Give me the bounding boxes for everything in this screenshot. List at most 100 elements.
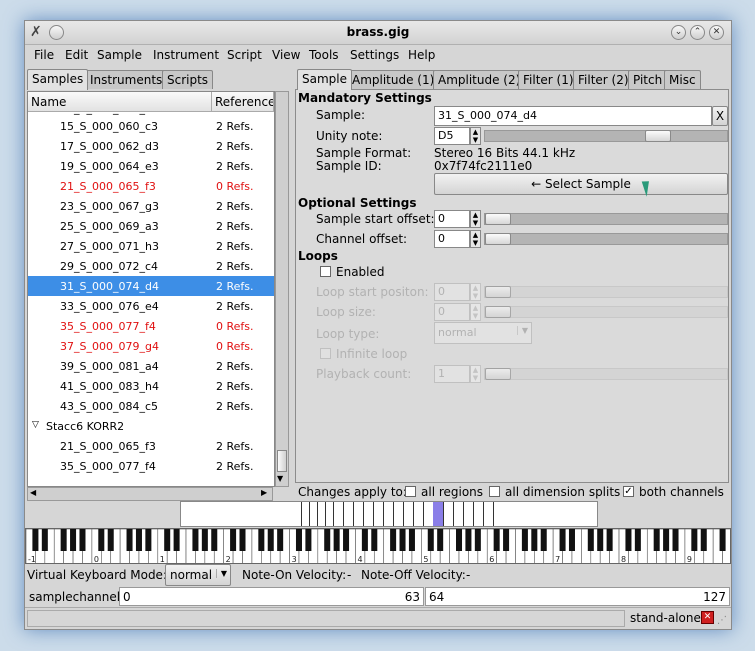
menu-file[interactable]: File <box>34 48 54 62</box>
black-key[interactable] <box>145 529 152 551</box>
tab-filter-1[interactable]: Filter (1) <box>518 70 579 89</box>
virtual-keyboard[interactable]: -1 0 1 2 3 4 5 6 7 8 9 <box>25 528 731 564</box>
black-key[interactable] <box>672 529 679 551</box>
tab-filter-2[interactable]: Filter (2) <box>573 70 634 89</box>
resize-grip-icon[interactable]: ⋰ <box>717 615 727 626</box>
list-item[interactable]: 31_S_000_074_d4 2 Refs. <box>28 276 274 296</box>
list-horizontal-scrollbar[interactable]: ◀ ▶ <box>27 487 273 501</box>
black-key[interactable] <box>408 529 415 551</box>
list-item[interactable]: 17_S_000_062_d3 2 Refs. <box>28 136 274 156</box>
menu-instrument[interactable]: Instrument <box>153 48 219 62</box>
tab-scripts[interactable]: Scripts <box>162 70 214 89</box>
black-key[interactable] <box>305 529 312 551</box>
black-key[interactable] <box>135 529 142 551</box>
black-key[interactable] <box>41 529 48 551</box>
black-key[interactable] <box>597 529 604 551</box>
region-divider[interactable] <box>393 502 394 526</box>
black-key[interactable] <box>427 529 434 551</box>
black-key[interactable] <box>164 529 171 551</box>
unity-note-stepper[interactable]: ▲ ▼ <box>470 127 481 145</box>
region-divider[interactable] <box>301 502 302 526</box>
black-key[interactable] <box>79 529 86 551</box>
sample-list[interactable]: Name Reference 13_S_000_058_h2 15_S_000_… <box>27 91 275 487</box>
black-key[interactable] <box>691 529 698 551</box>
region-divider[interactable] <box>363 502 364 526</box>
region-divider[interactable] <box>473 502 474 526</box>
infinite-loop-checkbox[interactable] <box>320 348 331 359</box>
black-key[interactable] <box>230 529 237 551</box>
selected-region[interactable] <box>433 502 443 526</box>
black-key[interactable] <box>653 529 660 551</box>
region-divider[interactable] <box>325 502 326 526</box>
black-key[interactable] <box>258 529 265 551</box>
slider-knob[interactable] <box>485 286 511 298</box>
unity-note-slider[interactable] <box>484 130 728 142</box>
scroll-right-icon[interactable]: ▶ <box>261 488 267 497</box>
region-divider[interactable] <box>309 502 310 526</box>
loop-size-stepper[interactable]: ▲ ▼ <box>470 303 481 321</box>
loop-start-field[interactable]: 0 <box>434 283 470 301</box>
vk-mode-select[interactable]: normal ▼ <box>165 564 231 586</box>
samplechannel-range-low[interactable]: 0 63 <box>119 587 424 606</box>
list-group[interactable]: ▽ Stacc6 KORR2 <box>28 416 274 436</box>
black-key[interactable] <box>503 529 510 551</box>
black-key[interactable] <box>700 529 707 551</box>
scroll-thumb[interactable] <box>277 450 287 472</box>
region-divider[interactable] <box>333 502 334 526</box>
channel-offset-slider[interactable] <box>484 233 728 245</box>
clear-sample-button[interactable]: X <box>712 106 728 126</box>
black-key[interactable] <box>126 529 133 551</box>
region-divider[interactable] <box>463 502 464 526</box>
region-chooser[interactable] <box>180 501 598 527</box>
tab-misc[interactable]: Misc <box>664 70 701 89</box>
list-item[interactable]: 29_S_000_072_c4 2 Refs. <box>28 256 274 276</box>
black-key[interactable] <box>437 529 444 551</box>
list-item[interactable]: 23_S_000_067_g3 2 Refs. <box>28 196 274 216</box>
black-key[interactable] <box>521 529 528 551</box>
list-item[interactable]: 33_S_000_076_e4 2 Refs. <box>28 296 274 316</box>
list-item[interactable]: 27_S_000_071_h3 2 Refs. <box>28 236 274 256</box>
tab-amplitude-1[interactable]: Amplitude (1) <box>347 70 440 89</box>
black-key[interactable] <box>465 529 472 551</box>
black-key[interactable] <box>239 529 246 551</box>
black-key[interactable] <box>719 529 726 551</box>
region-divider[interactable] <box>373 502 374 526</box>
black-key[interactable] <box>634 529 641 551</box>
menu-edit[interactable]: Edit <box>65 48 88 62</box>
black-key[interactable] <box>324 529 331 551</box>
black-key[interactable] <box>568 529 575 551</box>
black-key[interactable] <box>493 529 500 551</box>
loop-enabled-checkbox[interactable] <box>320 266 331 277</box>
all-dimension-splits-checkbox[interactable] <box>489 486 500 497</box>
column-header-reference[interactable]: Reference <box>212 92 274 112</box>
black-key[interactable] <box>663 529 670 551</box>
close-icon[interactable]: ✕ <box>709 25 724 40</box>
black-key[interactable] <box>211 529 218 551</box>
region-divider[interactable] <box>483 502 484 526</box>
loop-start-stepper[interactable]: ▲ ▼ <box>470 283 481 301</box>
minimize-icon[interactable]: ⌄ <box>671 25 686 40</box>
region-divider[interactable] <box>343 502 344 526</box>
black-key[interactable] <box>173 529 180 551</box>
all-regions-checkbox[interactable] <box>405 486 416 497</box>
region-divider[interactable] <box>413 502 414 526</box>
list-item[interactable]: 37_S_000_079_g4 0 Refs. <box>28 336 274 356</box>
region-divider[interactable] <box>453 502 454 526</box>
slider-knob[interactable] <box>485 213 511 225</box>
region-divider[interactable] <box>443 502 444 526</box>
maximize-icon[interactable]: ⌃ <box>690 25 705 40</box>
black-key[interactable] <box>531 529 538 551</box>
black-key[interactable] <box>399 529 406 551</box>
start-offset-slider[interactable] <box>484 213 728 225</box>
slider-knob[interactable] <box>644 130 671 142</box>
menu-script[interactable]: Script <box>227 48 262 62</box>
black-key[interactable] <box>60 529 67 551</box>
slider-knob[interactable] <box>485 306 511 318</box>
select-sample-button[interactable]: ← Select Sample <box>434 173 728 195</box>
sample-name-field[interactable]: 31_S_000_074_d4 <box>434 106 712 126</box>
black-key[interactable] <box>201 529 208 551</box>
list-vertical-scrollbar[interactable]: ▼ <box>275 91 289 487</box>
tab-instruments[interactable]: Instruments <box>85 70 168 89</box>
black-key[interactable] <box>343 529 350 551</box>
tab-pitch[interactable]: Pitch <box>628 70 668 89</box>
